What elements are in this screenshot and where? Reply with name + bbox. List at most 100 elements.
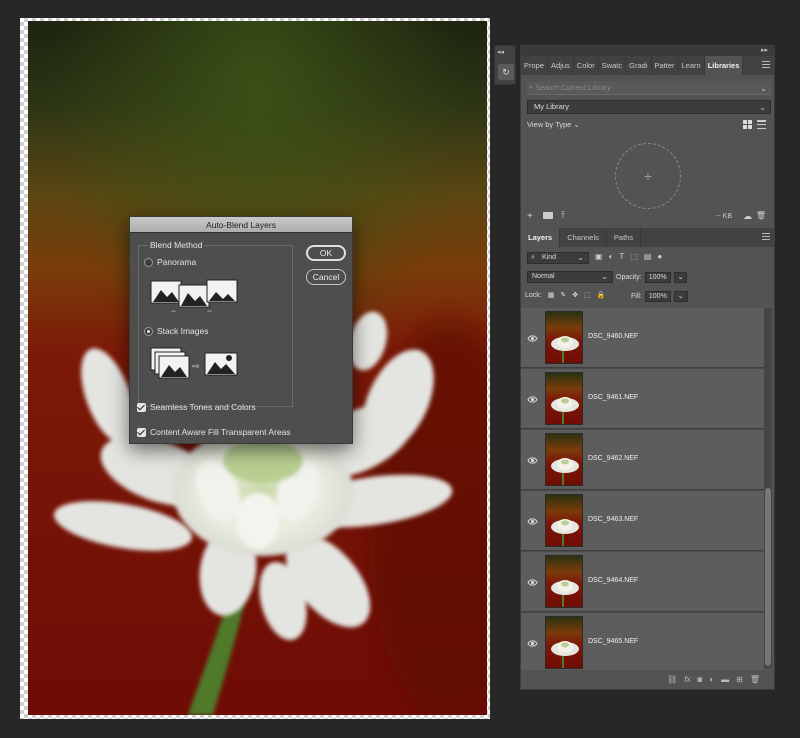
library-select[interactable]: My Library ⌄ — [527, 100, 771, 114]
blend-mode-select[interactable]: Normal ⌄ — [527, 271, 613, 283]
layer-row[interactable]: DSC_9460.NEF — [521, 308, 764, 368]
seamless-tones-checkbox[interactable]: Seamless Tones and Colors — [137, 402, 256, 412]
library-storage: -- KB — [716, 213, 732, 220]
opacity-control: Opacity: 100% ⌄ — [616, 272, 688, 283]
svg-text:⇔: ⇔ — [206, 308, 213, 314]
opacity-input[interactable]: 100% — [644, 272, 671, 283]
visibility-eye-icon[interactable] — [527, 453, 538, 464]
delete-layer-icon[interactable]: 🗑 — [750, 675, 760, 684]
grid-view-icon[interactable] — [743, 120, 752, 129]
lock-position-icon[interactable]: ✥ — [572, 291, 578, 299]
seamless-tones-label: Seamless Tones and Colors — [150, 402, 256, 412]
stack-images-label: Stack Images — [157, 326, 209, 336]
layer-row[interactable]: DSC_9464.NEF — [521, 552, 764, 612]
library-search-input[interactable]: ⌕ Search Current Library ⌄ — [527, 81, 771, 95]
layers-scroll-thumb[interactable] — [765, 488, 771, 666]
history-panel-icon[interactable]: ↻ — [498, 64, 514, 80]
content-aware-fill-label: Content Aware Fill Transparent Areas — [150, 427, 291, 437]
visibility-eye-icon[interactable] — [527, 575, 538, 586]
tab-layers[interactable]: Layers — [521, 228, 561, 247]
opacity-chevron-icon[interactable]: ⌄ — [673, 272, 688, 283]
pixel-filter-icon[interactable]: ▣ — [595, 252, 603, 261]
tab-libraries[interactable]: Libraries — [704, 56, 744, 75]
upload-icon[interactable]: ⤒ — [561, 210, 565, 221]
seamless-tones-check[interactable] — [137, 402, 146, 412]
tab-color[interactable]: Color — [574, 56, 599, 75]
fill-chevron-icon[interactable]: ⌄ — [673, 291, 688, 302]
search-chevron-down-icon[interactable]: ⌄ — [760, 82, 767, 96]
library-search-placeholder: Search Current Library — [535, 83, 611, 92]
lock-image-icon[interactable]: ✎ — [560, 291, 566, 299]
layers-menu-icon[interactable] — [762, 233, 770, 240]
stack-images-radio[interactable]: Stack Images — [144, 326, 209, 336]
panorama-radio[interactable]: Panorama — [144, 257, 196, 267]
lock-controls: Lock: ▦ ✎ ✥ ⬚ 🔒 — [525, 291, 606, 300]
layer-row[interactable]: DSC_9461.NEF — [521, 369, 764, 429]
tab-gradients[interactable]: Gradi — [626, 56, 652, 75]
ok-button[interactable]: OK — [306, 245, 346, 261]
trash-icon[interactable]: 🗑 — [756, 211, 766, 220]
layer-mask-icon[interactable]: ◙ — [697, 675, 702, 684]
visibility-eye-icon[interactable] — [527, 331, 538, 342]
content-aware-fill-checkbox[interactable]: Content Aware Fill Transparent Areas — [137, 427, 291, 437]
library-view-toggle — [743, 120, 766, 129]
layer-name[interactable]: DSC_9460.NEF — [588, 333, 638, 340]
panel-menu-icon[interactable] — [762, 61, 770, 68]
list-view-icon[interactable] — [757, 120, 766, 129]
adjustment-layer-icon[interactable]: ◐ — [709, 675, 714, 684]
layer-name[interactable]: DSC_9465.NEF — [588, 638, 638, 645]
layer-name[interactable]: DSC_9462.NEF — [588, 455, 638, 462]
blend-mode-value: Normal — [532, 273, 555, 280]
layer-row[interactable]: DSC_9465.NEF — [521, 613, 764, 670]
cloud-icon[interactable]: ☁ — [743, 211, 752, 222]
fill-input[interactable]: 100% — [644, 291, 671, 302]
visibility-eye-icon[interactable] — [527, 636, 538, 647]
lock-artboard-icon[interactable]: ⬚ — [584, 291, 591, 299]
layer-name[interactable]: DSC_9461.NEF — [588, 394, 638, 401]
link-layers-icon[interactable]: ⛓ — [667, 675, 677, 684]
panorama-illustration-icon: ⇔ ⇔ — [150, 279, 238, 314]
content-aware-fill-check[interactable] — [137, 427, 146, 437]
panorama-radio-button[interactable] — [144, 257, 153, 267]
type-filter-icon[interactable]: T — [619, 252, 624, 261]
group-folder-icon[interactable]: ▬ — [721, 675, 729, 684]
shape-filter-icon[interactable]: ⬚ — [630, 252, 638, 261]
layer-effects-icon[interactable]: fx — [684, 675, 690, 684]
folder-icon[interactable] — [543, 212, 553, 219]
view-by-dropdown[interactable]: View by Type ⌄ — [527, 120, 580, 129]
stack-images-radio-button[interactable] — [144, 326, 153, 336]
collapse-arrows-icon[interactable]: ◂◂ — [497, 48, 504, 56]
layers-footer: ⛓ fx ◙ ◐ ▬ ⊞ 🗑 — [521, 669, 774, 689]
filter-toggle-icon[interactable]: ● — [657, 252, 662, 261]
tab-properties[interactable]: Prope — [521, 56, 549, 75]
adjustment-filter-icon[interactable]: ◐ — [609, 252, 614, 261]
layer-thumbnail — [545, 311, 583, 364]
lock-transparent-icon[interactable]: ▦ — [548, 291, 555, 299]
tab-swatches[interactable]: Swatc — [599, 56, 627, 75]
library-add-dropzone[interactable]: + — [615, 143, 681, 209]
layer-thumbnail — [545, 616, 583, 669]
tab-paths[interactable]: Paths — [607, 228, 642, 247]
layer-name[interactable]: DSC_9464.NEF — [588, 577, 638, 584]
layer-row[interactable]: DSC_9463.NEF — [521, 491, 764, 551]
collapse-panels-icon[interactable]: ▸▸ — [761, 46, 768, 54]
tab-learn[interactable]: Learn — [679, 56, 705, 75]
layer-thumbnail — [545, 494, 583, 547]
panel-header-strip: ▸▸ — [521, 46, 774, 56]
visibility-eye-icon[interactable] — [527, 392, 538, 403]
opacity-label: Opacity: — [616, 274, 642, 281]
layer-filter-kind[interactable]: ⌕ Kind ⌄ — [527, 252, 589, 264]
smart-object-filter-icon[interactable]: ▤ — [644, 252, 652, 261]
tab-adjustments[interactable]: Adjus — [548, 56, 574, 75]
cancel-button[interactable]: Cancel — [306, 269, 346, 285]
layer-row[interactable]: DSC_9462.NEF — [521, 430, 764, 490]
fill-label: Fill: — [631, 293, 642, 300]
tab-channels[interactable]: Channels — [560, 228, 607, 247]
lock-all-icon[interactable]: 🔒 — [597, 291, 606, 299]
tab-patterns[interactable]: Patter — [652, 56, 679, 75]
new-layer-icon[interactable]: ⊞ — [736, 675, 743, 684]
layer-name[interactable]: DSC_9463.NEF — [588, 516, 638, 523]
add-element-icon[interactable]: + — [527, 211, 533, 222]
layers-scrollbar[interactable] — [764, 308, 772, 668]
visibility-eye-icon[interactable] — [527, 514, 538, 525]
